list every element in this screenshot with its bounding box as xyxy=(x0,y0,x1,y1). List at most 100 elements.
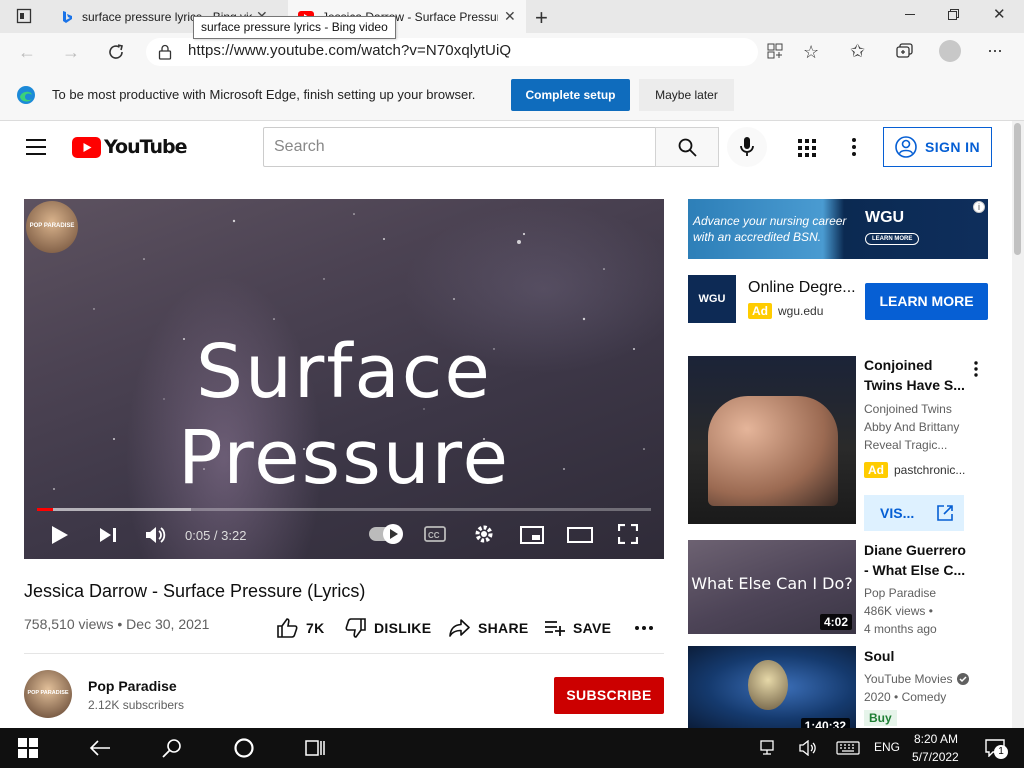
restore-icon[interactable] xyxy=(948,9,959,20)
scrollbar-thumb[interactable] xyxy=(1014,123,1021,255)
hamburger-menu-icon[interactable] xyxy=(26,139,46,155)
volume-tray-icon[interactable] xyxy=(796,728,822,768)
notification-count: 1 xyxy=(994,745,1008,759)
wgu-logo-text: WGU xyxy=(698,293,726,305)
verified-icon xyxy=(956,673,969,685)
language-indicator[interactable]: ENG xyxy=(874,740,900,754)
ad-info-icon[interactable]: i xyxy=(973,201,985,213)
learn-more-button[interactable]: LEARN MORE xyxy=(865,283,988,320)
close-window-icon[interactable]: ✕ xyxy=(993,5,1006,23)
duration-badge: 4:02 xyxy=(819,614,852,630)
back-icon[interactable]: ← xyxy=(18,42,36,63)
rec-meta-line: Conjoined Twins xyxy=(864,402,952,416)
gear-icon xyxy=(475,525,493,543)
clock-date[interactable]: 5/7/2022 xyxy=(912,750,959,764)
sign-in-label: SIGN IN xyxy=(925,139,980,155)
share-button[interactable]: SHARE xyxy=(449,617,529,639)
rec-ad-domain: pastchronic... xyxy=(894,463,966,477)
favorites-icon[interactable]: ✩ xyxy=(850,41,865,62)
play-icon xyxy=(52,526,68,544)
search-input[interactable]: Search xyxy=(263,127,656,167)
clock-time[interactable]: 8:20 AM xyxy=(914,732,958,746)
task-view-button[interactable] xyxy=(292,728,340,768)
search-taskbar-button[interactable] xyxy=(148,728,196,768)
volume-button[interactable] xyxy=(145,525,167,545)
buy-badge[interactable]: Buy xyxy=(864,710,897,726)
rec-meta: Pop Paradise 486K views • 4 months ago xyxy=(864,584,974,638)
new-tab-button[interactable]: + xyxy=(535,5,548,31)
lock-icon[interactable] xyxy=(158,44,172,60)
share-icon xyxy=(449,619,470,637)
sign-in-button[interactable]: SIGN IN xyxy=(883,127,992,167)
divider xyxy=(24,653,664,654)
profile-avatar-icon[interactable] xyxy=(939,40,961,62)
voice-search-button[interactable] xyxy=(727,127,767,167)
ad-banner[interactable]: Advance your nursing career with an accr… xyxy=(688,199,988,259)
miniplayer-button[interactable] xyxy=(520,526,544,544)
keyboard-icon[interactable] xyxy=(833,728,863,768)
start-button[interactable] xyxy=(0,728,56,768)
more-actions-icon[interactable] xyxy=(635,626,653,630)
refresh-icon[interactable] xyxy=(107,43,125,61)
collections-icon[interactable] xyxy=(896,43,913,59)
ad-domain: wgu.edu xyxy=(778,304,824,318)
watermark-text: POP PARADISE xyxy=(29,223,75,229)
minimize-icon[interactable] xyxy=(905,14,915,15)
tab-actions-icon[interactable] xyxy=(16,8,32,24)
apps-grid-icon[interactable] xyxy=(798,139,816,157)
rec-thumbnail[interactable]: 1:40:32 xyxy=(688,646,856,728)
ad-title[interactable]: Online Degre... xyxy=(748,279,856,297)
visit-button[interactable]: VIS... xyxy=(864,495,964,531)
thumb-text: What Else Can I Do? xyxy=(691,574,853,593)
player-overlay-title: Surface Pressure xyxy=(178,329,510,501)
next-button[interactable] xyxy=(99,527,117,543)
play-button[interactable] xyxy=(51,525,69,545)
more-options-icon[interactable] xyxy=(852,138,856,156)
youtube-logo[interactable]: YouTube xyxy=(72,136,187,158)
dislike-button[interactable]: DISLIKE xyxy=(345,617,431,639)
forward-icon[interactable]: → xyxy=(62,42,80,63)
subscribe-button[interactable]: SUBSCRIBE xyxy=(554,677,664,714)
url-text[interactable]: https://www.youtube.com/watch?v=N70xqlyt… xyxy=(188,42,511,59)
settings-button[interactable] xyxy=(474,524,494,544)
fullscreen-button[interactable] xyxy=(618,524,638,544)
rec-thumbnail[interactable]: What Else Can I Do? 4:02 xyxy=(688,540,856,634)
network-icon[interactable] xyxy=(756,728,782,768)
captions-button[interactable]: CC xyxy=(424,526,446,542)
rec-meta: YouTube Movies 2020 • Comedy xyxy=(864,670,974,706)
complete-setup-button[interactable]: Complete setup xyxy=(511,79,630,111)
app-available-icon[interactable] xyxy=(767,43,783,59)
like-button[interactable]: 7K xyxy=(277,617,325,639)
rec-thumbnail[interactable] xyxy=(688,356,856,524)
back-taskbar-button[interactable] xyxy=(76,728,124,768)
notifications-button[interactable]: 1 xyxy=(978,728,1012,768)
channel-name[interactable]: Pop Paradise xyxy=(88,678,177,694)
autoplay-toggle[interactable] xyxy=(369,524,403,544)
cortana-button[interactable] xyxy=(220,728,268,768)
channel-watermark[interactable]: POP PARADISE xyxy=(26,201,78,253)
video-player[interactable]: POP PARADISE Surface Pressure 0:05 / 3:2… xyxy=(24,199,664,559)
rec-age: 4 months ago xyxy=(864,622,937,636)
avatar-text: POP PARADISE xyxy=(27,690,69,696)
rec-ad-domain-row: Ad pastchronic... xyxy=(864,462,965,478)
search-icon xyxy=(162,739,181,758)
add-favorite-icon[interactable]: ☆ xyxy=(803,42,819,63)
channel-avatar[interactable]: POP PARADISE xyxy=(24,670,72,718)
rec-description: Conjoined Twins Abby And Brittany Reveal… xyxy=(864,400,974,454)
search-button[interactable] xyxy=(655,127,719,167)
subscriber-count: 2.12K subscribers xyxy=(88,698,185,712)
rec-menu-icon[interactable] xyxy=(974,361,978,377)
tab-tooltip: surface pressure lyrics - Bing video xyxy=(193,16,396,39)
settings-more-icon[interactable]: ··· xyxy=(987,40,1003,61)
wgu-logo[interactable]: WGU xyxy=(688,275,736,323)
windows-logo-icon xyxy=(18,738,38,758)
close-tab-icon[interactable]: ✕ xyxy=(504,8,516,25)
maybe-later-button[interactable]: Maybe later xyxy=(639,79,734,111)
save-label: SAVE xyxy=(573,620,612,636)
rec-title[interactable]: Soul xyxy=(864,646,974,666)
save-button[interactable]: SAVE xyxy=(545,617,611,639)
rec-title[interactable]: Diane Guerrero - What Else C... xyxy=(864,540,974,580)
rec-title[interactable]: Conjoined Twins Have S... xyxy=(864,355,974,395)
banner-cta[interactable]: LEARN MORE xyxy=(865,233,920,245)
theater-mode-button[interactable] xyxy=(567,527,593,543)
